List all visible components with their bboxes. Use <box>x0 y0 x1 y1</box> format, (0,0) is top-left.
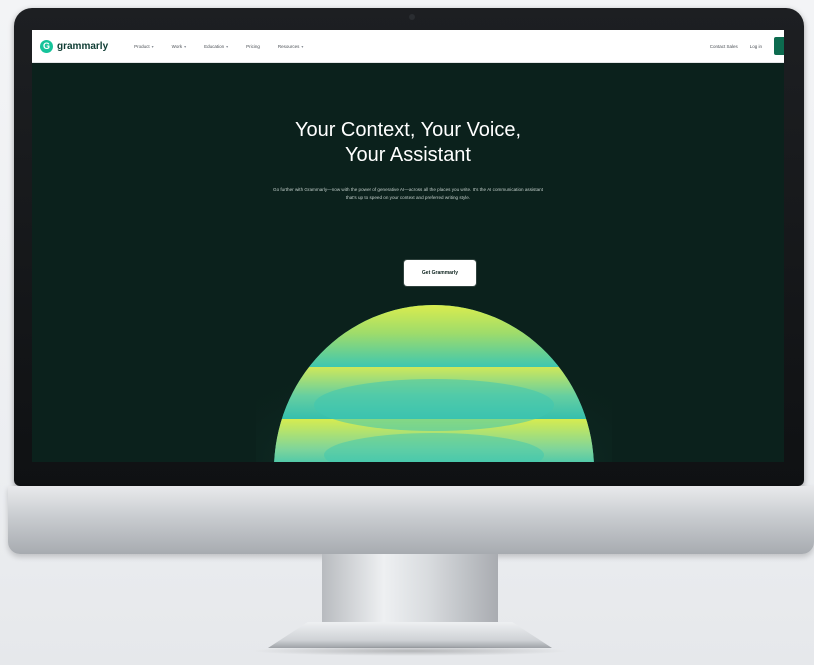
get-grammarly-button[interactable]: Get Grammarly <box>404 260 476 286</box>
monitor-stand-base <box>268 622 552 648</box>
chevron-down-icon: ▾ <box>226 43 229 49</box>
monitor-stand-neck <box>322 554 498 626</box>
chevron-down-icon: ▾ <box>151 43 154 49</box>
monitor-chin <box>8 486 814 554</box>
nav-item-product[interactable]: Product ▾ <box>134 44 154 49</box>
chevron-down-icon: ▾ <box>184 43 187 49</box>
stand-shadow <box>250 646 570 656</box>
camera-dot <box>409 14 415 20</box>
monitor-bezel: G grammarly Product ▾ Work ▾ Education ▾… <box>14 8 804 486</box>
orb-graphic <box>256 305 612 462</box>
hero-title-line-1: Your Context, Your Voice, <box>294 119 522 141</box>
nav-item-label: Pricing <box>246 43 260 49</box>
nav-item-education[interactable]: Education ▾ <box>204 44 228 49</box>
nav-links: Product ▾ Work ▾ Education ▾ Pricing Res… <box>134 44 321 49</box>
hero-title-line-2: Your Assistant <box>344 144 471 166</box>
nav-item-label: Resources <box>277 43 300 49</box>
nav-item-label: Work <box>171 43 183 49</box>
hero-title: Your Context, Your Voice, Your Assistant <box>32 118 784 168</box>
grammarly-logo-text: grammarly <box>57 40 109 52</box>
nav-item-label: Log in <box>749 43 762 49</box>
nav-item-resources[interactable]: Resources ▾ <box>278 44 304 49</box>
nav-item-work[interactable]: Work ▾ <box>172 44 186 49</box>
monitor-screen: G grammarly Product ▾ Work ▾ Education ▾… <box>32 30 784 462</box>
chevron-down-icon: ▾ <box>301 43 304 49</box>
nav-item-pricing[interactable]: Pricing <box>246 44 260 49</box>
nav-cta-button[interactable] <box>774 37 784 55</box>
grammarly-logo-icon: G <box>40 39 53 53</box>
nav-right: Contact Sales Log in <box>710 37 784 55</box>
nav-item-label: Product <box>134 43 150 49</box>
nav-item-label: Education <box>204 43 225 49</box>
hero-section: Your Context, Your Voice, Your Assistant… <box>32 62 784 462</box>
grammarly-logo[interactable]: G grammarly <box>40 39 109 53</box>
hero-subtitle: Go further with Grammarly—now with the p… <box>273 187 543 200</box>
site-navbar: G grammarly Product ▾ Work ▾ Education ▾… <box>32 30 784 63</box>
log-in-link[interactable]: Log in <box>750 44 762 49</box>
gradient-orb-illustration <box>256 305 612 462</box>
nav-item-label: Contact Sales <box>709 43 738 49</box>
contact-sales-link[interactable]: Contact Sales <box>710 44 738 49</box>
